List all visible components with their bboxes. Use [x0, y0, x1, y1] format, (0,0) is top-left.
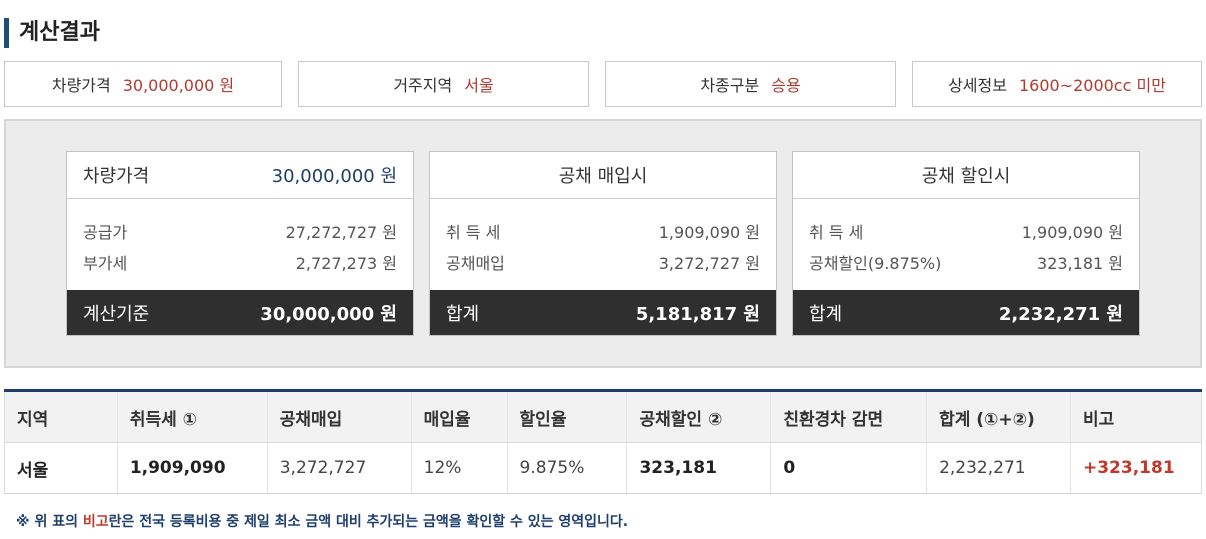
card-body: 공급가 27,272,727 원 부가세 2,727,273 원: [67, 199, 413, 290]
row-label: 공채매입: [446, 254, 505, 273]
cell-bond-discount: 323,181: [626, 442, 772, 494]
card-header-value: 30,000,000 원: [271, 166, 397, 187]
row-label: 공급가: [83, 223, 128, 242]
footer-label: 합계: [809, 303, 843, 325]
row-value: 1,909,090 원: [658, 223, 760, 242]
column-header-discount-rate: 할인율: [507, 390, 628, 443]
table-header-row: 지역 취득세 ① 공채매입 매입율 할인율 공채할인 ② 친환경차 감면 합계 …: [4, 390, 1203, 443]
card-footer: 합계 2,232,271 원: [793, 290, 1139, 335]
column-header-purchase-rate: 매입율: [411, 390, 508, 443]
card-row: 공채매입 3,272,727 원: [446, 248, 760, 279]
summary-detail: 상세정보 1600~2000cc 미만: [912, 61, 1202, 107]
card-title: 공채 할인시: [921, 166, 1011, 187]
footer-value: 30,000,000 원: [260, 303, 397, 325]
column-header-total: 합계 (①+②): [926, 390, 1071, 443]
card-title: 공채 매입시: [558, 166, 648, 187]
row-value: 3,272,727 원: [658, 254, 760, 273]
summary-value: 승용: [771, 76, 801, 95]
summary-label: 상세정보: [948, 76, 1007, 95]
summary-vehicle-price: 차량가격 30,000,000 원: [4, 61, 282, 107]
cell-remarks: +323,181: [1070, 442, 1203, 494]
vehicle-price-card: 차량가격 30,000,000 원 공급가 27,272,727 원 부가세 2…: [66, 151, 414, 336]
card-header: 공채 매입시: [430, 152, 776, 199]
column-header-bond-purchase: 공채매입: [267, 390, 412, 443]
card-row: 공급가 27,272,727 원: [83, 217, 397, 248]
footer-value: 5,181,817 원: [635, 303, 760, 325]
row-value: 27,272,727 원: [285, 223, 397, 242]
footer-label: 계산기준: [83, 303, 150, 325]
cell-region: 서울: [4, 442, 118, 494]
row-label: 부가세: [83, 254, 128, 273]
cell-total: 2,232,271: [926, 442, 1071, 494]
row-value: 1,909,090 원: [1021, 223, 1123, 242]
summary-label: 차량가격: [51, 76, 111, 95]
cell-eco-reduction: 0: [770, 442, 928, 494]
bond-discount-card: 공채 할인시 취 득 세 1,909,090 원 공채할인(9.875%) 32…: [792, 151, 1140, 336]
bond-purchase-card: 공채 매입시 취 득 세 1,909,090 원 공채매입 3,272,727 …: [429, 151, 777, 336]
column-header-bond-discount: 공채할인 ②: [626, 390, 772, 443]
cell-acquisition-tax: 1,909,090: [117, 442, 268, 494]
footer-label: 합계: [446, 303, 480, 325]
footnote-suffix: 란은 전국 등록비용 중 제일 최소 금액 대비 추가되는 금액을 확인할 수 …: [108, 514, 629, 530]
row-value: 323,181 원: [1037, 254, 1123, 273]
column-header-remarks: 비고: [1070, 390, 1203, 443]
footnote-highlight: 비고: [82, 514, 109, 530]
card-header: 공채 할인시: [793, 152, 1139, 199]
summary-value: 1600~2000cc 미만: [1018, 76, 1166, 95]
card-row: 취 득 세 1,909,090 원: [809, 217, 1123, 248]
card-footer: 합계 5,181,817 원: [430, 290, 776, 335]
summary-region: 거주지역 서울: [298, 61, 589, 107]
column-header-eco-reduction: 친환경차 감면: [770, 390, 928, 443]
card-body: 취 득 세 1,909,090 원 공채매입 3,272,727 원: [430, 199, 776, 290]
row-label: 공채할인(9.875%): [809, 254, 942, 273]
card-row: 부가세 2,727,273 원: [83, 248, 397, 279]
row-label: 취 득 세: [446, 223, 501, 242]
card-body: 취 득 세 1,909,090 원 공채할인(9.875%) 323,181 원: [793, 199, 1139, 290]
summary-vehicle-type: 차종구분 승용: [605, 61, 896, 107]
summary-label: 차종구분: [700, 76, 760, 95]
card-row: 공채할인(9.875%) 323,181 원: [809, 248, 1123, 279]
result-table: 지역 취득세 ① 공채매입 매입율 할인율 공채할인 ② 친환경차 감면 합계 …: [4, 389, 1203, 494]
cell-bond-purchase: 3,272,727: [267, 442, 412, 494]
column-header-acquisition-tax: 취득세 ①: [117, 390, 268, 443]
card-row: 취 득 세 1,909,090 원: [446, 217, 760, 248]
cell-purchase-rate: 12%: [411, 442, 508, 494]
summary-label: 거주지역: [393, 76, 453, 95]
cell-discount-rate: 9.875%: [507, 442, 628, 494]
summary-value: 30,000,000 원: [122, 76, 235, 95]
row-value: 2,727,273 원: [295, 254, 397, 273]
summary-value: 서울: [464, 76, 494, 95]
card-header: 차량가격 30,000,000 원: [67, 152, 413, 199]
footer-value: 2,232,271 원: [998, 303, 1123, 325]
row-label: 취 득 세: [809, 223, 864, 242]
column-header-region: 지역: [4, 390, 118, 443]
footnote: ※ 위 표의 비고란은 전국 등록비용 중 제일 최소 금액 대비 추가되는 금…: [16, 511, 628, 531]
card-header-label: 차량가격: [83, 166, 150, 187]
footnote-prefix: ※ 위 표의: [16, 514, 83, 530]
table-row: 서울 1,909,090 3,272,727 12% 9.875% 323,18…: [4, 442, 1203, 494]
card-footer: 계산기준 30,000,000 원: [67, 290, 413, 335]
section-title: 계산결과: [4, 18, 100, 48]
